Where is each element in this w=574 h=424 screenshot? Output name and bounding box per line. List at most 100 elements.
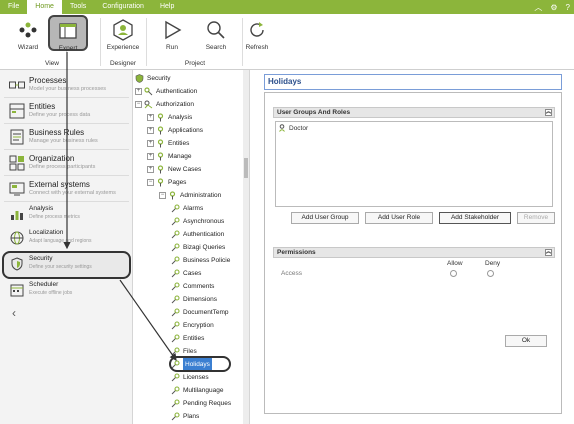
tree-node-page[interactable]: Comments	[171, 280, 214, 293]
tree-node-page[interactable]: Multilanguage	[171, 384, 223, 397]
deny-radio[interactable]	[487, 270, 494, 277]
sidebar-item-subtitle: Adapt language and regions	[29, 238, 92, 244]
wizard-icon	[16, 18, 40, 42]
form-title: Holidays	[264, 74, 562, 90]
ok-button[interactable]: Ok	[505, 335, 547, 347]
tree-node-label: Plans	[183, 413, 200, 420]
tree-node-label: Entities	[168, 140, 190, 147]
collapse-ribbon-icon[interactable]: ︿	[534, 2, 542, 13]
tree-node-page[interactable]: Entities	[171, 332, 204, 345]
settings-icon[interactable]: ⚙	[550, 3, 557, 12]
tree-node-new-cases[interactable]: + New Cases	[147, 163, 201, 176]
experience-button[interactable]: Experience	[102, 18, 144, 51]
entities-icon	[8, 102, 26, 120]
tree-node-page[interactable]: Bizagi Queries	[171, 241, 225, 254]
menu-home[interactable]: Home	[27, 0, 62, 14]
divider	[4, 175, 129, 176]
run-button[interactable]: Run	[152, 18, 192, 51]
help-icon[interactable]: ?	[566, 3, 570, 12]
analysis-icon	[8, 205, 26, 223]
expert-button[interactable]: Expert	[48, 15, 88, 52]
run-label: Run	[166, 44, 178, 51]
tree-node-entities[interactable]: + Entities	[147, 137, 189, 150]
menu-configuration[interactable]: Configuration	[94, 0, 152, 14]
search-button[interactable]: Search	[196, 18, 236, 51]
tree-node-label: Comments	[183, 283, 215, 290]
wizard-button[interactable]: Wizard	[8, 18, 48, 51]
tree-node-page[interactable]: DocumentTemp	[171, 306, 229, 319]
refresh-icon	[245, 18, 269, 42]
tree-node-page[interactable]: Encryption	[171, 319, 214, 332]
tree-node-page[interactable]: Asynchronous	[171, 215, 224, 228]
sidebar-item-localization[interactable]: Localization Adapt language and regions	[0, 228, 133, 248]
tree-node-page[interactable]: Plans	[171, 410, 199, 423]
tree-node-administration[interactable]: − Administration	[159, 189, 221, 202]
sidebar-item-processes[interactable]: Processes Model your business processes	[0, 74, 133, 96]
sidebar-item-business-rules[interactable]: Business Rules Manage your business rule…	[0, 126, 133, 148]
key-icon	[156, 126, 165, 135]
tree-node-pages[interactable]: − Pages	[147, 176, 186, 189]
tree-node-authorization[interactable]: − Authorization	[135, 98, 194, 111]
group-view-label: View	[45, 60, 59, 67]
list-item-label: Doctor	[289, 124, 309, 132]
add-user-group-button[interactable]: Add User Group	[291, 212, 359, 224]
tree-node-page[interactable]: Alarms	[171, 202, 203, 215]
add-user-role-button[interactable]: Add User Role	[365, 212, 433, 224]
divider	[4, 201, 129, 202]
experience-label: Experience	[106, 44, 140, 51]
allow-radio[interactable]	[450, 270, 457, 277]
tree-node-label: Bizagi Queries	[183, 244, 226, 251]
tree-node-label: Analysis	[168, 114, 193, 121]
sidebar-item-label: Business Rules	[29, 128, 85, 137]
tree-node-analysis[interactable]: + Analysis	[147, 111, 192, 124]
tree-node-page[interactable]: Authentication	[171, 228, 224, 241]
list-item[interactable]: Doctor	[279, 124, 308, 132]
expand-icon[interactable]: +	[147, 140, 154, 147]
expand-icon[interactable]: +	[147, 114, 154, 121]
organization-icon	[8, 154, 26, 172]
expand-icon[interactable]: +	[147, 166, 154, 173]
menu-help[interactable]: Help	[152, 0, 182, 14]
tree-node-page[interactable]: Cases	[171, 267, 201, 280]
sidebar-item-security[interactable]: Security Define your security settings	[0, 254, 133, 274]
tree-scrollbar[interactable]	[243, 70, 249, 424]
chevron-up-icon[interactable]: ︽	[545, 249, 552, 256]
expand-icon[interactable]: +	[147, 153, 154, 160]
menu-tools[interactable]: Tools	[62, 0, 94, 14]
tree-node-label: Business Policie	[183, 257, 231, 264]
tree-node-page[interactable]: Pending Reques	[171, 397, 231, 410]
collapse-icon[interactable]: −	[159, 192, 166, 199]
add-stakeholder-button[interactable]: Add Stakeholder	[439, 212, 511, 224]
collapse-icon[interactable]: −	[135, 101, 142, 108]
expand-icon[interactable]: +	[135, 88, 142, 95]
menu-file[interactable]: File	[0, 0, 27, 14]
expand-icon[interactable]: +	[147, 127, 154, 134]
refresh-button[interactable]: Refresh	[238, 18, 276, 51]
key-icon	[156, 139, 165, 148]
scrollbar-thumb[interactable]	[244, 158, 248, 178]
collapse-icon[interactable]: −	[147, 179, 154, 186]
tree-node-page[interactable]: Licenses	[171, 371, 209, 384]
tree-node-label: Multilanguage	[183, 387, 224, 394]
tree-node-applications[interactable]: + Applications	[147, 124, 203, 137]
sidebar-item-scheduler[interactable]: Scheduler Execute offline jobs	[0, 280, 133, 300]
tree-node-manage[interactable]: + Manage	[147, 150, 192, 163]
user-groups-list[interactable]: Doctor	[275, 121, 553, 207]
tree-node-security[interactable]: Security	[135, 72, 170, 85]
page-key-icon	[171, 217, 180, 226]
tree-node-authentication[interactable]: + Authentication	[135, 85, 197, 98]
sidebar-item-organization[interactable]: Organization Define process participants	[0, 152, 133, 174]
sidebar-item-subtitle: Execute offline jobs	[29, 290, 73, 296]
sidebar-item-analysis[interactable]: Analysis Define process metrics	[0, 204, 133, 224]
sidebar-item-external-systems[interactable]: External systems Connect with your exter…	[0, 178, 133, 200]
tree-node-page[interactable]: Dimensions	[171, 293, 217, 306]
remove-button[interactable]: Remove	[517, 212, 555, 224]
business-rules-icon	[8, 128, 26, 146]
collapse-sidebar-icon[interactable]: ‹	[12, 306, 16, 320]
sidebar-item-label: Organization	[29, 154, 75, 163]
tree-node-page[interactable]: Business Policie	[171, 254, 230, 267]
page-key-icon	[171, 282, 180, 291]
sidebar-item-entities[interactable]: Entities Define your process data	[0, 100, 133, 122]
sidebar-item-label: Entities	[29, 102, 56, 111]
chevron-up-icon[interactable]: ︽	[545, 109, 552, 116]
